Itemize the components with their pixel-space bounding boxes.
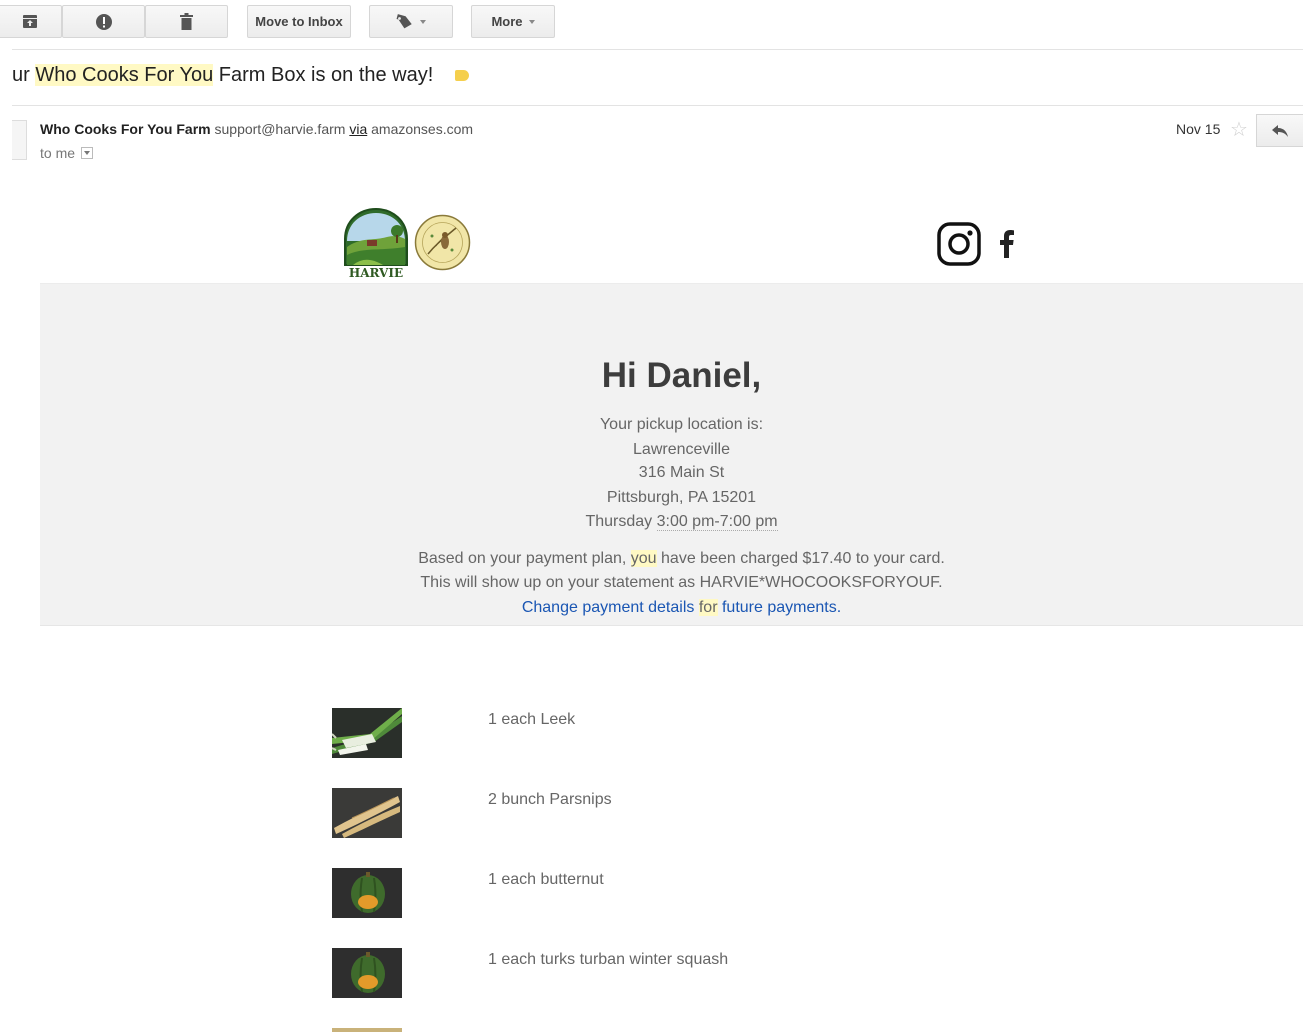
item-image-partial xyxy=(332,1028,402,1032)
report-spam-button[interactable] xyxy=(62,5,145,38)
archive-button[interactable] xyxy=(0,5,62,38)
divider xyxy=(12,49,1303,50)
pickup-day: Thursday xyxy=(585,513,653,530)
report-spam-icon xyxy=(95,13,112,30)
email-subject: ur Who Cooks For You Farm Box is on the … xyxy=(12,64,470,87)
delete-button[interactable] xyxy=(145,5,228,38)
chevron-down-icon xyxy=(420,19,426,24)
change-payment-link[interactable]: Change payment details xyxy=(522,599,695,616)
for-word: for xyxy=(698,599,718,616)
sender-email: support@harvie.farm xyxy=(214,121,346,137)
recipient-line: to me xyxy=(40,145,94,161)
via-link[interactable]: via xyxy=(349,121,367,137)
chevron-down-icon xyxy=(528,19,535,24)
move-to-inbox-button[interactable]: Move to Inbox xyxy=(247,5,351,38)
payment-links-line: Change payment details for future paymen… xyxy=(40,599,1303,617)
subject-prefix: ur xyxy=(12,64,36,86)
leek-image xyxy=(332,708,402,758)
label-icon xyxy=(396,14,412,29)
to-label: to me xyxy=(40,145,76,161)
pickup-name: Lawrenceville xyxy=(633,441,730,458)
more-button[interactable]: More xyxy=(471,5,555,38)
star-icon[interactable]: ☆ xyxy=(1230,117,1248,142)
charge-before: Based on your payment plan, xyxy=(418,550,631,567)
chevron-down-icon xyxy=(84,151,91,155)
item-text: 1 each turks turban winter squash xyxy=(488,951,729,968)
archive-icon xyxy=(22,15,37,28)
charge-notice: Based on your payment plan, you have bee… xyxy=(40,550,1303,568)
item-text: 1 each butternut xyxy=(488,871,604,888)
pickup-street: 316 Main St xyxy=(638,464,725,481)
charge-after: have been charged $17.40 to your card. xyxy=(656,550,945,567)
instagram-icon[interactable] xyxy=(937,222,981,266)
more-label: More xyxy=(491,14,523,29)
greeting: Hi Daniel, xyxy=(601,356,762,395)
facebook-icon[interactable] xyxy=(999,230,1015,258)
pickup-city: Pittsburgh, PA 15201 xyxy=(606,489,757,506)
parsnips-image xyxy=(332,788,402,838)
email-date: Nov 15 xyxy=(1176,121,1221,137)
item-text: 2 bunch Parsnips xyxy=(488,791,612,808)
period: . xyxy=(836,599,842,616)
label-tag-icon[interactable] xyxy=(455,70,470,82)
subject-suffix: Farm Box is on the way! xyxy=(213,64,434,86)
pickup-time: 3:00 pm-7:00 pm xyxy=(656,513,778,531)
sender-line: Who Cooks For You Farm support@harvie.fa… xyxy=(40,121,473,137)
avatar xyxy=(12,120,27,160)
squash-image xyxy=(332,868,402,918)
future-payments-link[interactable]: future payments xyxy=(722,599,837,616)
sender-name[interactable]: Who Cooks For You Farm xyxy=(40,121,211,137)
via-domain: amazonses.com xyxy=(371,121,474,137)
toolbar: Move to Inbox More xyxy=(0,0,1303,48)
item-text: 1 each Leek xyxy=(488,711,576,728)
subject-highlight: Who Cooks For You xyxy=(35,64,214,86)
harvie-logo: HARVIE xyxy=(344,207,408,279)
recipient-details-dropdown[interactable] xyxy=(81,147,94,159)
pickup-schedule: Thursday 3:00 pm-7:00 pm xyxy=(40,513,1303,531)
brand-text: HARVIE xyxy=(349,266,403,279)
reply-button[interactable] xyxy=(1256,114,1303,147)
charge-you: you xyxy=(630,550,657,567)
squash-image xyxy=(332,948,402,998)
delete-icon xyxy=(180,13,193,30)
move-to-inbox-label: Move to Inbox xyxy=(255,14,343,29)
labels-button[interactable] xyxy=(369,5,453,38)
reply-icon xyxy=(1272,124,1288,137)
farm-logo xyxy=(414,214,471,271)
pickup-intro: Your pickup location is: xyxy=(599,416,764,433)
divider xyxy=(12,105,1303,106)
statement-notice: This will show up on your statement as H… xyxy=(420,574,943,591)
